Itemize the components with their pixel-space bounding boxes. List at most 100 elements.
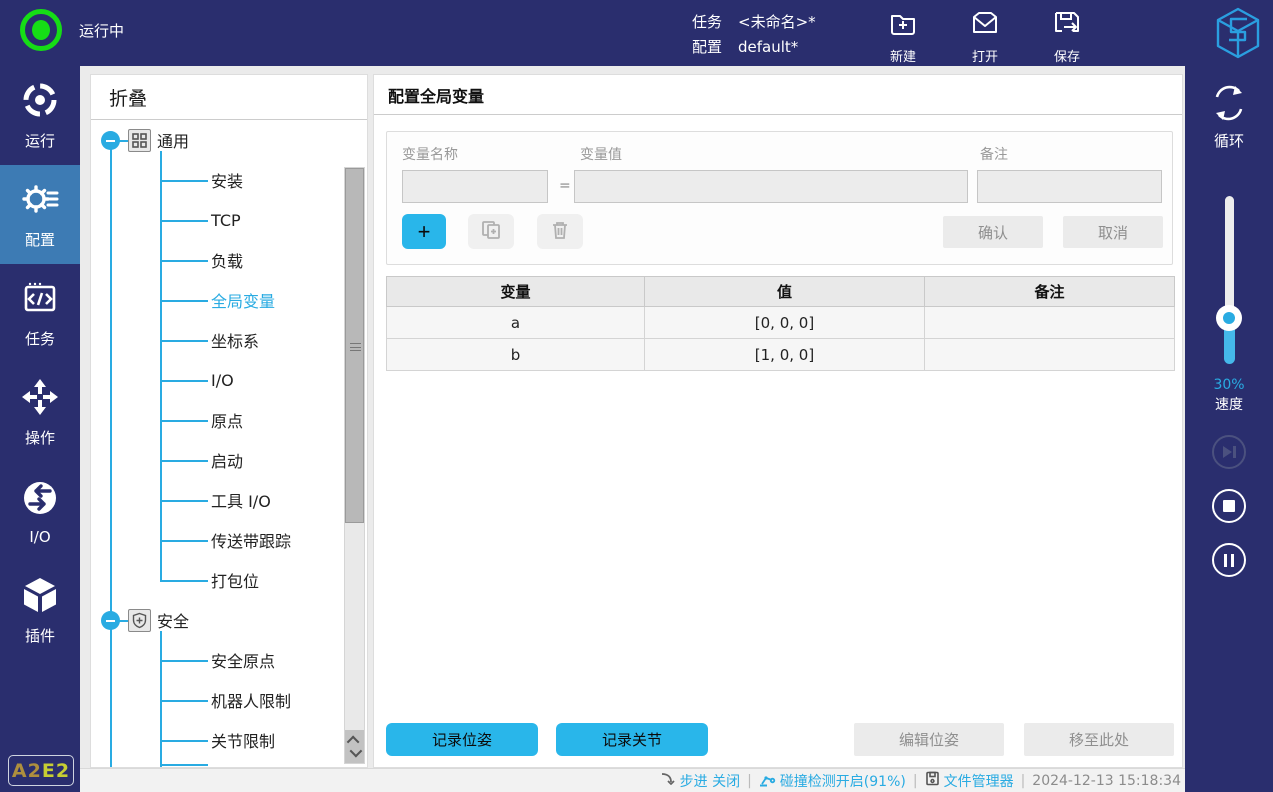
cell-variable[interactable]: b: [387, 339, 645, 371]
brand-logo-icon: [1212, 5, 1264, 61]
cell-value[interactable]: [1, 0, 0]: [645, 339, 925, 371]
tree-line: [160, 700, 208, 702]
col-header-variable: 变量: [387, 277, 645, 307]
delete-variable-button[interactable]: [537, 214, 583, 249]
sidebar-item-label: I/O: [29, 528, 50, 546]
tree-item-coordinate[interactable]: 坐标系: [211, 320, 259, 360]
sidebar-item-plugin[interactable]: 插件: [0, 561, 80, 660]
sidebar-item-config[interactable]: 配置: [0, 165, 80, 264]
collision-status-label: 碰撞检测开启(91%): [780, 771, 906, 791]
pause-button[interactable]: [1212, 543, 1246, 577]
sidebar-item-label: 任务: [25, 328, 55, 349]
cancel-button[interactable]: 取消: [1063, 216, 1163, 248]
task-name: <未命名>*: [738, 10, 816, 35]
stop-button[interactable]: [1212, 489, 1246, 523]
status-bar: 步进 关闭 | 碰撞检测开启(91%) | 文件管理器 | 2024-12-13…: [80, 768, 1185, 792]
tree-item-global-variables[interactable]: 全局变量: [211, 280, 275, 320]
tree-line: [160, 220, 208, 222]
collapse-toggle-safety[interactable]: [101, 611, 120, 630]
tree-item-payload[interactable]: 负载: [211, 240, 243, 280]
step-forward-icon: [1223, 446, 1236, 458]
record-pose-button[interactable]: 记录位姿: [386, 723, 538, 756]
tree-item-safety-home[interactable]: 安全原点: [211, 640, 275, 680]
variable-table: 变量 值 备注 a [0, 0, 0] b [1, 0, 0]: [386, 276, 1175, 371]
collision-status[interactable]: 碰撞检测开启(91%): [759, 771, 906, 791]
tree-item-conveyor[interactable]: 传送带跟踪: [211, 520, 291, 560]
tree-line: [160, 340, 208, 342]
move-arrows-icon: [20, 377, 60, 421]
tree-scrollbar[interactable]: [344, 167, 365, 764]
tree-scroll-buttons[interactable]: [345, 730, 364, 763]
top-bar: 运行中 任务<未命名>* 配置default* 新建 打开 保存: [0, 0, 1273, 66]
new-button[interactable]: 新建: [880, 8, 926, 65]
general-group-icon: [128, 129, 151, 152]
equals-sign: =: [559, 178, 571, 194]
loop-button[interactable]: 循环: [1185, 82, 1273, 151]
record-joint-button[interactable]: 记录关节: [556, 723, 708, 756]
tree-item-tool-io[interactable]: 工具 I/O: [211, 480, 271, 520]
sidebar-item-label: 插件: [25, 625, 55, 646]
config-label: 配置: [692, 35, 738, 60]
device-badge: A2E2: [8, 755, 74, 786]
center-region: 折叠: [80, 66, 1185, 792]
datetime-label: 2024-12-13 15:18:34: [1032, 773, 1181, 789]
speed-slider[interactable]: [1185, 196, 1273, 396]
tree-line: [160, 580, 208, 582]
task-info: 任务<未命名>* 配置default*: [692, 10, 816, 60]
stop-icon: [1223, 500, 1235, 512]
left-sidebar: 运行 配置 任务 操作 I/O 插件 A2E2: [0, 66, 80, 792]
tree-line: [160, 764, 208, 766]
separator: |: [913, 773, 918, 789]
sidebar-item-label: 操作: [25, 427, 55, 448]
tree-collapse-header[interactable]: 折叠: [91, 75, 367, 120]
safety-group-icon: [128, 609, 151, 632]
tree-group-general[interactable]: 通用: [157, 120, 189, 160]
variable-value-input[interactable]: [574, 170, 968, 203]
tree-item-tcp[interactable]: TCP: [211, 200, 241, 240]
trash-icon: [549, 219, 571, 244]
cell-note[interactable]: [925, 339, 1175, 371]
sidebar-item-operate[interactable]: 操作: [0, 363, 80, 462]
file-manager[interactable]: 文件管理器: [925, 771, 1014, 791]
tree-line: [160, 460, 208, 462]
cell-variable[interactable]: a: [387, 307, 645, 339]
tree-item-pack-position[interactable]: 打包位: [211, 560, 259, 600]
add-variable-button[interactable]: +: [402, 214, 446, 249]
step-status[interactable]: 步进 关闭: [660, 771, 740, 791]
edit-pose-button[interactable]: 编辑位姿: [854, 723, 1004, 756]
tree-item-robot-limits[interactable]: 机器人限制: [211, 680, 291, 720]
step-forward-button[interactable]: [1212, 435, 1246, 469]
file-manager-label: 文件管理器: [944, 771, 1014, 791]
move-here-button[interactable]: 移至此处: [1024, 723, 1174, 756]
step-status-label: 步进 关闭: [680, 771, 740, 791]
tree-item-joint-limits[interactable]: 关节限制: [211, 720, 275, 760]
tree-line: [160, 740, 208, 742]
config-tree: 通用 安装 TCP 负载 全局变量 坐标系 I/O 原点 启动 工具 I/O 传…: [91, 120, 367, 767]
cell-value[interactable]: [0, 0, 0]: [645, 307, 925, 339]
collapse-toggle-general[interactable]: [101, 131, 120, 150]
sidebar-item-io[interactable]: I/O: [0, 462, 80, 561]
confirm-button[interactable]: 确认: [943, 216, 1043, 248]
save-icon: [1051, 8, 1083, 44]
tree-item-install[interactable]: 安装: [211, 160, 243, 200]
sidebar-item-run[interactable]: 运行: [0, 66, 80, 165]
variable-name-input[interactable]: [402, 170, 548, 203]
open-button[interactable]: 打开: [962, 8, 1008, 65]
pause-icon: [1224, 554, 1234, 567]
table-row[interactable]: a [0, 0, 0]: [387, 307, 1175, 339]
col-header-value: 值: [645, 277, 925, 307]
table-header-row: 变量 值 备注: [387, 277, 1175, 307]
tree-group-safety[interactable]: 安全: [157, 600, 189, 640]
save-button[interactable]: 保存: [1044, 8, 1090, 65]
tree-item-startup[interactable]: 启动: [211, 440, 243, 480]
slider-thumb[interactable]: [1216, 305, 1242, 331]
sidebar-item-task[interactable]: 任务: [0, 264, 80, 363]
tree-item-home[interactable]: 原点: [211, 400, 243, 440]
cell-note[interactable]: [925, 307, 1175, 339]
copy-variable-button[interactable]: [468, 214, 514, 249]
note-input[interactable]: [977, 170, 1162, 203]
tree-line: [160, 631, 162, 767]
table-row[interactable]: b [1, 0, 0]: [387, 339, 1175, 371]
tree-scrollbar-thumb[interactable]: [345, 168, 364, 523]
tree-item-io[interactable]: I/O: [211, 360, 234, 400]
